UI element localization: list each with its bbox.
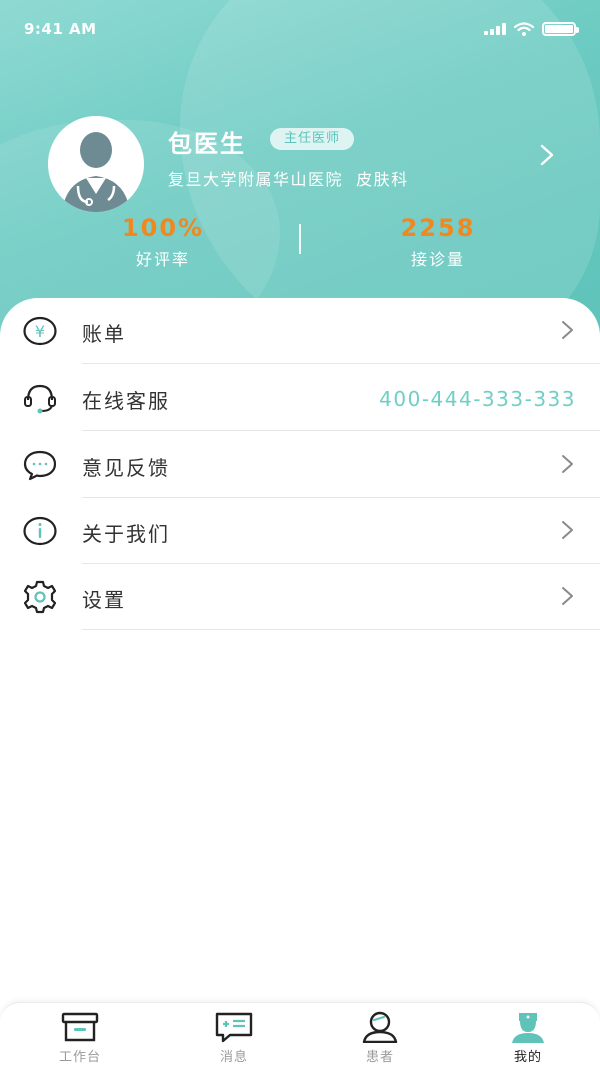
divider [82,363,600,364]
divider [82,430,600,431]
status-time: 9:41 AM [24,20,97,38]
menu-item-feedback[interactable]: 意见反馈 [0,432,600,498]
tab-messages[interactable]: 消息 [184,1011,284,1067]
menu-panel: ¥ 账单 在线客服 400-444-333-333 意见反馈 关于我们 设置 [0,298,600,1067]
doctor-title-badge: 主任医师 [270,128,355,150]
info-icon [23,516,57,546]
stat-rating: 100% 好评率 [83,214,243,270]
tab-label: 我的 [513,1050,542,1065]
profile-chevron-right-icon[interactable] [536,142,558,168]
svg-text:¥: ¥ [35,322,45,341]
tab-label: 工作台 [58,1050,101,1065]
menu-item-label: 账单 [82,322,126,346]
headset-icon [24,384,56,414]
menu-item-settings[interactable]: 设置 [0,564,600,630]
nurse-icon [512,1013,544,1043]
menu-item-about-us[interactable]: 关于我们 [0,498,600,564]
chat-bubble-icon [23,450,57,481]
chevron-right-icon [562,321,573,339]
doctor-name: 包医生 [168,130,246,158]
tab-mine[interactable]: 我的 [478,1011,578,1067]
stat-label: 接诊量 [410,250,465,269]
stat-consultations: 2258 接诊量 [358,214,518,270]
avatar[interactable] [48,116,144,212]
menu-item-label: 设置 [82,588,126,612]
battery-icon [542,22,579,36]
menu-item-customer-service[interactable]: 在线客服 400-444-333-333 [0,365,600,431]
chevron-right-icon [562,587,573,605]
stat-divider [299,224,301,254]
stat-value: 100% [121,214,205,242]
service-phone-number[interactable]: 400-444-333-333 [379,387,576,411]
bottom-tab-bar: 工作台 消息 患者 我的 [0,1002,600,1067]
tab-label: 患者 [365,1050,394,1065]
gear-icon [23,580,57,614]
tab-patients[interactable]: 患者 [330,1011,430,1067]
tab-workbench[interactable]: 工作台 [30,1011,130,1067]
stat-value: 2258 [400,214,476,242]
doctor-hospital: 复旦大学附属华山医院 皮肤科 [168,170,409,189]
status-bar: 9:41 AM [0,0,600,60]
message-icon [215,1012,253,1043]
wifi-icon [514,22,534,36]
chevron-right-icon [562,455,573,473]
yen-icon: ¥ [23,316,57,346]
inbox-icon [61,1012,99,1042]
menu-item-bill[interactable]: ¥ 账单 [0,298,600,364]
menu-item-label: 关于我们 [82,522,170,546]
divider [82,629,600,630]
doctor-avatar-icon [48,116,144,212]
tab-label: 消息 [219,1050,248,1065]
stat-label: 好评率 [135,250,190,269]
menu-item-label: 意见反馈 [82,456,170,480]
patient-icon [362,1011,398,1043]
menu-item-label: 在线客服 [82,389,170,413]
chevron-right-icon [562,521,573,539]
cellular-signal-icon [484,23,506,35]
